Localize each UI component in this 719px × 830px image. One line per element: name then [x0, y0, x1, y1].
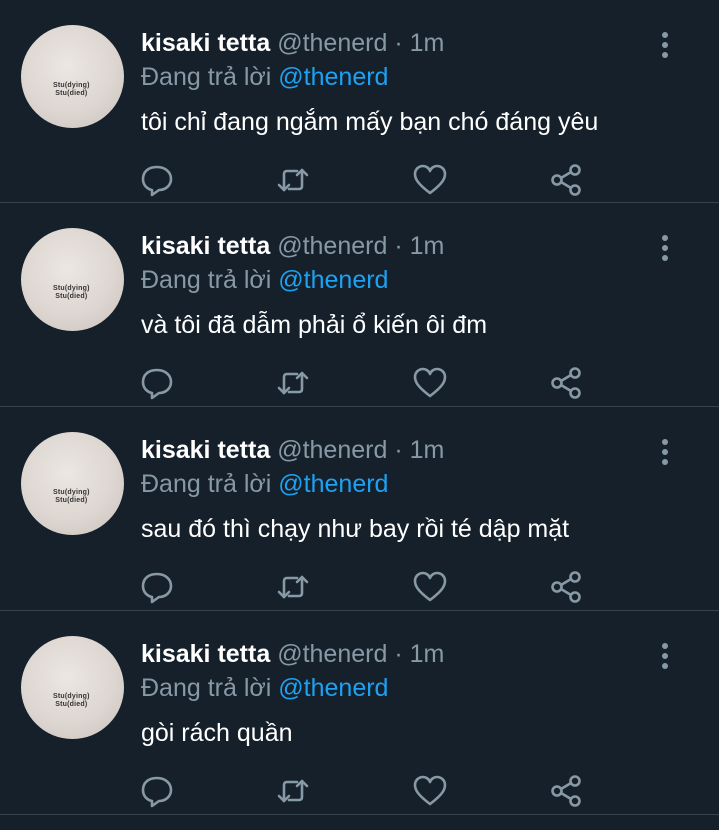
tweet-header: kisaki tetta @thenerd · 1m: [141, 435, 444, 465]
author-name[interactable]: kisaki tetta: [141, 232, 270, 260]
avatar-text-line: Stu(dying): [53, 82, 90, 89]
author-handle[interactable]: @thenerd: [277, 640, 387, 668]
author-handle[interactable]: @thenerd: [277, 29, 387, 57]
heart-icon[interactable]: [413, 570, 447, 604]
tweet-text: gòi rách quần: [141, 719, 293, 747]
share-icon[interactable]: [549, 774, 583, 808]
tweet-time[interactable]: 1m: [410, 232, 445, 260]
heart-icon[interactable]: [413, 366, 447, 400]
share-icon[interactable]: [549, 366, 583, 400]
replying-to: Đang trả lời @thenerd: [141, 469, 388, 499]
avatar-shirt-text: Stu(dying) Stu(died): [53, 285, 90, 301]
more-vertical-icon[interactable]: [655, 30, 675, 60]
retweet-icon[interactable]: [276, 774, 310, 808]
retweet-icon[interactable]: [276, 570, 310, 604]
tweet-actions: [0, 570, 719, 604]
separator-dot: ·: [394, 232, 403, 260]
avatar-text-line: Stu(dying): [53, 285, 90, 292]
reply-mention-link[interactable]: @thenerd: [278, 674, 388, 702]
reply-mention-link[interactable]: @thenerd: [278, 63, 388, 91]
replying-to: Đang trả lời @thenerd: [141, 673, 388, 703]
replying-to: Đang trả lời @thenerd: [141, 265, 388, 295]
tweet-header: kisaki tetta @thenerd · 1m: [141, 28, 444, 58]
tweet-text: và tôi đã dẫm phải ổ kiến ôi đm: [141, 311, 488, 339]
tweet-time[interactable]: 1m: [410, 640, 445, 668]
reply-mention-link[interactable]: @thenerd: [278, 266, 388, 294]
reply-icon[interactable]: [140, 570, 174, 604]
avatar[interactable]: Stu(dying) Stu(died): [21, 636, 124, 739]
reply-prefix: Đang trả lời: [141, 470, 272, 498]
reply-prefix: Đang trả lời: [141, 63, 272, 91]
avatar-shirt-text: Stu(dying) Stu(died): [53, 489, 90, 505]
heart-icon[interactable]: [413, 774, 447, 808]
heart-icon[interactable]: [413, 163, 447, 197]
avatar-text-line: Stu(dying): [53, 693, 90, 700]
tweet-time[interactable]: 1m: [410, 29, 445, 57]
avatar-text-line: Stu(died): [55, 293, 88, 300]
separator-dot: ·: [394, 640, 403, 668]
separator-dot: ·: [394, 436, 403, 464]
tweet-actions: [0, 163, 719, 197]
avatar-shirt-text: Stu(dying) Stu(died): [53, 82, 90, 98]
author-handle[interactable]: @thenerd: [277, 436, 387, 464]
replying-to: Đang trả lời @thenerd: [141, 62, 388, 92]
retweet-icon[interactable]: [276, 163, 310, 197]
avatar[interactable]: Stu(dying) Stu(died): [21, 228, 124, 331]
avatar-text-line: Stu(died): [55, 90, 88, 97]
share-icon[interactable]: [549, 163, 583, 197]
more-vertical-icon[interactable]: [655, 233, 675, 263]
author-name[interactable]: kisaki tetta: [141, 29, 270, 57]
tweet-header: kisaki tetta @thenerd · 1m: [141, 639, 444, 669]
avatar-text-line: Stu(died): [55, 701, 88, 708]
avatar[interactable]: Stu(dying) Stu(died): [21, 25, 124, 128]
tweet-text: tôi chỉ đang ngắm mấy bạn chó đáng yêu: [141, 108, 599, 136]
tweet-text: sau đó thì chạy như bay rồi té dập mặt: [141, 515, 570, 543]
reply-prefix: Đang trả lời: [141, 266, 272, 294]
avatar[interactable]: Stu(dying) Stu(died): [21, 432, 124, 535]
tweet-header: kisaki tetta @thenerd · 1m: [141, 231, 444, 261]
reply-icon[interactable]: [140, 163, 174, 197]
timeline: Stu(dying) Stu(died) kisaki tetta @thene…: [0, 0, 719, 815]
tweet-time[interactable]: 1m: [410, 436, 445, 464]
more-vertical-icon[interactable]: [655, 641, 675, 671]
separator-dot: ·: [394, 29, 403, 57]
retweet-icon[interactable]: [276, 366, 310, 400]
avatar-shirt-text: Stu(dying) Stu(died): [53, 693, 90, 709]
avatar-text-line: Stu(dying): [53, 489, 90, 496]
more-vertical-icon[interactable]: [655, 437, 675, 467]
tweet-actions: [0, 366, 719, 400]
avatar-text-line: Stu(died): [55, 497, 88, 504]
author-name[interactable]: kisaki tetta: [141, 436, 270, 464]
reply-icon[interactable]: [140, 366, 174, 400]
author-name[interactable]: kisaki tetta: [141, 640, 270, 668]
author-handle[interactable]: @thenerd: [277, 232, 387, 260]
tweet[interactable]: Stu(dying) Stu(died) kisaki tetta @thene…: [0, 203, 719, 407]
tweet[interactable]: Stu(dying) Stu(died) kisaki tetta @thene…: [0, 0, 719, 203]
tweet[interactable]: Stu(dying) Stu(died) kisaki tetta @thene…: [0, 407, 719, 611]
tweet-actions: [0, 774, 719, 808]
reply-icon[interactable]: [140, 774, 174, 808]
reply-mention-link[interactable]: @thenerd: [278, 470, 388, 498]
reply-prefix: Đang trả lời: [141, 674, 272, 702]
share-icon[interactable]: [549, 570, 583, 604]
tweet[interactable]: Stu(dying) Stu(died) kisaki tetta @thene…: [0, 611, 719, 815]
